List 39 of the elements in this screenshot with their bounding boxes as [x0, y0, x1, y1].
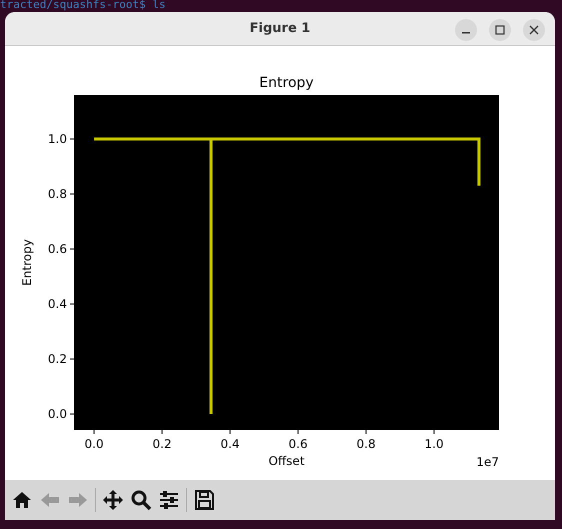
y-tick — [70, 304, 74, 305]
y-tick-label: 0.0 — [48, 407, 67, 422]
y-tick-label: 0.2 — [48, 352, 67, 366]
y-tick-label: 0.6 — [48, 242, 67, 256]
x-axis-label: Offset — [268, 454, 305, 468]
x-tick — [298, 430, 299, 435]
maximize-icon — [495, 25, 505, 35]
x-tick-label: 0.4 — [220, 437, 240, 452]
x-tick — [162, 430, 163, 435]
maximize-button[interactable] — [489, 19, 511, 41]
sliders-icon[interactable] — [158, 489, 180, 512]
y-tick-label: 0.8 — [48, 187, 67, 202]
y-tick — [70, 248, 74, 250]
move-icon[interactable] — [102, 489, 124, 512]
search-icon[interactable] — [130, 489, 152, 512]
x-tick — [94, 430, 95, 435]
close-button[interactable] — [523, 19, 545, 41]
x-tick-label: 0.2 — [152, 437, 172, 452]
y-tick — [70, 414, 74, 415]
y-tick — [70, 138, 74, 140]
close-icon — [529, 25, 539, 35]
x-tick — [366, 430, 367, 435]
x-tick — [230, 430, 231, 435]
save-icon[interactable] — [193, 489, 215, 512]
y-tick-label: 0.4 — [48, 297, 67, 312]
x-tick-label: 0.0 — [84, 437, 104, 452]
x-tick-label: 0.8 — [356, 437, 376, 452]
y-tick — [70, 358, 74, 360]
chart-title: Entropy — [259, 75, 314, 92]
window-title: Figure 1 — [250, 21, 310, 36]
minimize-button[interactable] — [455, 19, 477, 41]
y-axis-label: Entropy — [20, 239, 34, 286]
minimize-icon — [462, 32, 470, 34]
axis-multiplier: 1e7 — [476, 455, 499, 470]
y-tick — [70, 194, 74, 195]
x-tick — [434, 430, 435, 435]
y-tick-label: 1.0 — [48, 132, 67, 146]
x-tick-label: 0.6 — [288, 437, 308, 452]
x-tick-label: 1.0 — [424, 437, 444, 452]
